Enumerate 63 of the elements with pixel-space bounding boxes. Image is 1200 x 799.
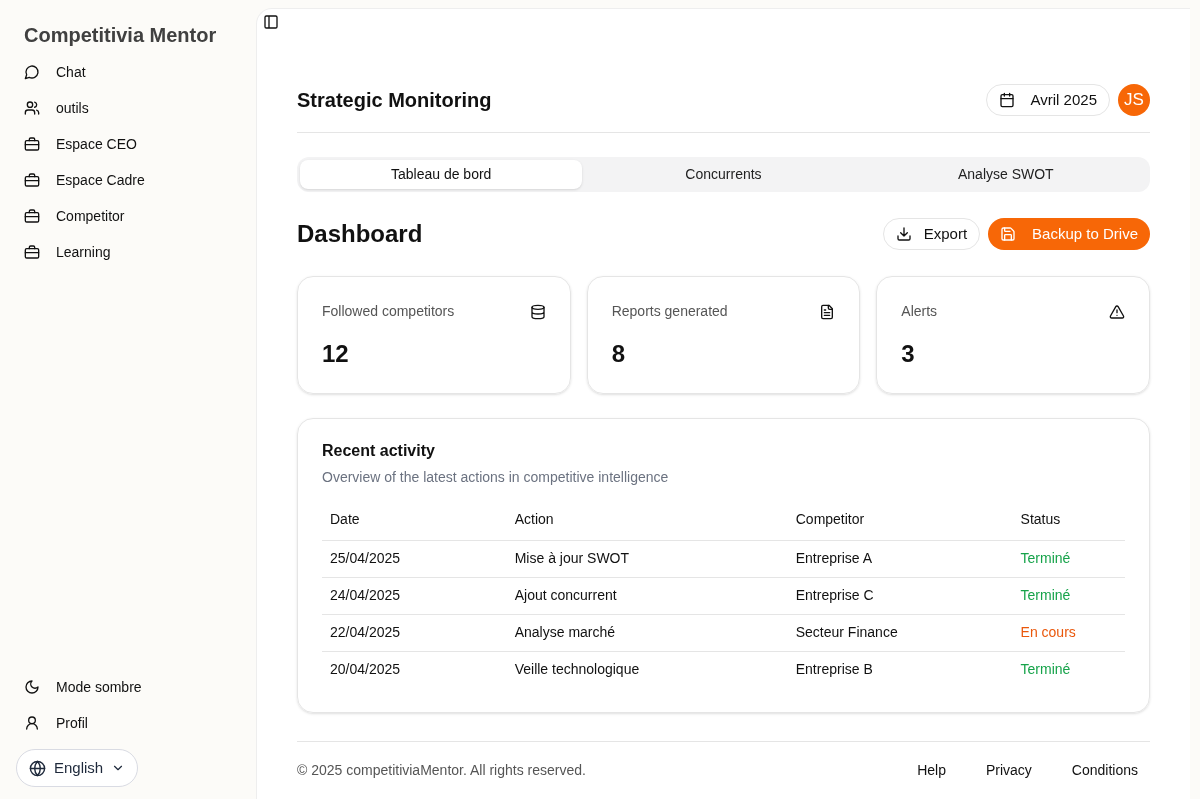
footer-link[interactable]: Help — [917, 760, 946, 781]
table-cell: Veille technologique — [506, 651, 788, 688]
status-text: Terminé — [1012, 577, 1125, 614]
sidebar-item[interactable]: Espace Cadre — [24, 162, 232, 198]
tab[interactable]: Analyse SWOT — [864, 160, 1147, 189]
sidebar-item[interactable]: Espace CEO — [24, 126, 232, 162]
moon-icon — [24, 679, 40, 695]
briefcase-icon — [24, 172, 40, 188]
users-icon — [24, 100, 40, 116]
table-cell: 20/04/2025 — [322, 651, 507, 688]
briefcase-icon — [24, 136, 40, 152]
stat-label: Reports generated — [611, 302, 728, 321]
globe-icon — [29, 759, 46, 777]
app-title: Competitivia Mentor — [24, 23, 218, 48]
table-cell: Entreprise B — [787, 651, 1013, 688]
table-cell: Analyse marché — [506, 614, 788, 651]
column-header: Status — [1012, 500, 1125, 540]
table-cell: 24/04/2025 — [322, 577, 507, 614]
copyright-text: © 2025 competitiviaMentor. All rights reserved. — [297, 761, 586, 780]
stat-value: 8 — [611, 339, 626, 369]
card-title: Recent activity — [322, 441, 436, 461]
briefcase-icon — [24, 208, 40, 224]
table-cell: Ajout concurrent — [506, 577, 788, 614]
sidebar-item[interactable]: Learning — [24, 234, 232, 270]
language-dropdown[interactable]: English — [16, 749, 138, 787]
table-cell: 25/04/2025 — [322, 540, 507, 577]
sidebar-item[interactable]: Competitor — [24, 198, 232, 234]
calendar-icon — [998, 92, 1015, 108]
stat-label: Alerts — [901, 302, 938, 321]
sidebar-toggle-icon[interactable] — [263, 14, 279, 30]
status-text: Terminé — [1012, 651, 1125, 688]
chat-bubble-icon — [24, 64, 40, 80]
stat-value: 12 — [322, 339, 350, 369]
tab[interactable]: Concurrents — [582, 160, 865, 189]
table-cell: Mise à jour SWOT — [506, 540, 788, 577]
sidebar-item[interactable]: Chat — [24, 54, 232, 90]
table-cell: 22/04/2025 — [322, 614, 507, 651]
sidebar-item[interactable]: Mode sombre — [24, 669, 232, 705]
footer-link[interactable]: Privacy — [985, 760, 1032, 781]
page-title: Strategic Monitoring — [297, 88, 492, 113]
table-cell: Entreprise A — [787, 540, 1013, 577]
download-icon — [895, 226, 912, 242]
tab[interactable]: Tableau de bord — [300, 160, 583, 189]
status-text: En cours — [1012, 614, 1125, 651]
card-subtitle: Overview of the latest actions in competitive intelligence — [322, 468, 670, 487]
dashboard-heading: Dashboard — [297, 219, 423, 249]
column-header: Date — [322, 500, 507, 540]
briefcase-icon — [24, 244, 40, 260]
table-cell: Entreprise C — [787, 577, 1013, 614]
stat-label: Followed competitors — [322, 302, 455, 321]
footer-link[interactable]: Conditions — [1071, 760, 1138, 781]
stat-value: 3 — [901, 339, 916, 369]
sidebar-item[interactable]: Profil — [24, 705, 232, 741]
save-icon — [1000, 226, 1017, 242]
column-header: Competitor — [787, 500, 1013, 540]
status-text: Terminé — [1012, 540, 1125, 577]
document-icon — [819, 303, 836, 320]
sidebar-item[interactable]: outils — [24, 90, 232, 126]
table-cell: Secteur Finance — [787, 614, 1013, 651]
column-header: Action — [506, 500, 788, 540]
warning-icon — [1109, 303, 1125, 320]
user-icon — [24, 715, 40, 731]
database-icon — [529, 303, 546, 320]
